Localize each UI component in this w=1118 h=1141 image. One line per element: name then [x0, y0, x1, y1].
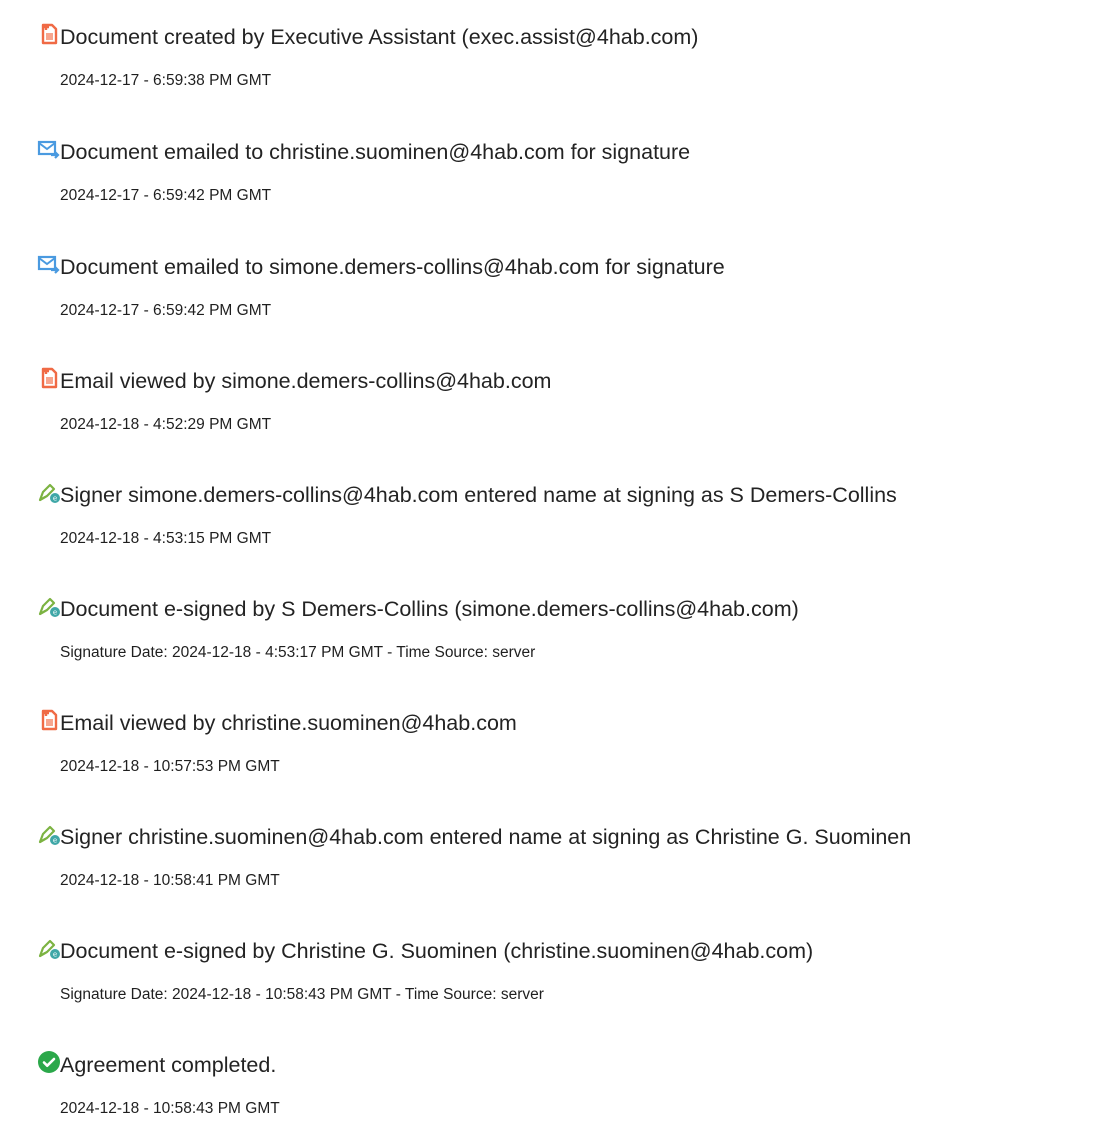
- audit-event: e Signer christine.suominen@4hab.com ent…: [0, 813, 1118, 913]
- email-icon: [37, 137, 61, 161]
- event-title: Agreement completed.: [60, 1053, 277, 1077]
- event-timestamp: 2024-12-18 - 10:58:41 PM GMT: [60, 872, 280, 889]
- audit-event: e Signer simone.demers-collins@4hab.com …: [0, 471, 1118, 571]
- event-signature-date: Signature Date: 2024-12-18 - 4:53:17 PM …: [60, 644, 536, 661]
- event-timestamp: 2024-12-17 - 6:59:42 PM GMT: [60, 302, 272, 319]
- audit-event: Email viewed by christine.suominen@4hab.…: [0, 699, 1118, 799]
- event-title: Document e-signed by Christine G. Suomin…: [60, 939, 814, 963]
- e-sign-icon: e: [37, 480, 61, 504]
- audit-event: Document created by Executive Assistant …: [0, 13, 1118, 113]
- event-timestamp: 2024-12-18 - 4:53:15 PM GMT: [60, 530, 272, 547]
- audit-event: Document emailed to simone.demers-collin…: [0, 243, 1118, 343]
- svg-text:e: e: [53, 495, 57, 503]
- event-title: Signer christine.suominen@4hab.com enter…: [60, 825, 912, 849]
- event-title: Signer simone.demers-collins@4hab.com en…: [60, 483, 897, 507]
- event-signature-date: Signature Date: 2024-12-18 - 10:58:43 PM…: [60, 986, 544, 1003]
- document-icon: [37, 22, 61, 46]
- event-timestamp: 2024-12-18 - 10:58:43 PM GMT: [60, 1100, 280, 1117]
- email-icon: [37, 252, 61, 276]
- audit-event: Document emailed to christine.suominen@4…: [0, 128, 1118, 228]
- event-title: Document e-signed by S Demers-Collins (s…: [60, 597, 799, 621]
- audit-event: Agreement completed. 2024-12-18 - 10:58:…: [0, 1041, 1118, 1141]
- event-title: Document emailed to christine.suominen@4…: [60, 140, 691, 164]
- document-icon: [37, 366, 61, 390]
- event-title: Document emailed to simone.demers-collin…: [60, 255, 725, 279]
- event-timestamp: 2024-12-18 - 4:52:29 PM GMT: [60, 416, 272, 433]
- event-timestamp: 2024-12-18 - 10:57:53 PM GMT: [60, 758, 280, 775]
- document-icon: [37, 708, 61, 732]
- e-sign-icon: e: [37, 594, 61, 618]
- audit-event: Email viewed by simone.demers-collins@4h…: [0, 357, 1118, 457]
- event-timestamp: 2024-12-17 - 6:59:42 PM GMT: [60, 187, 272, 204]
- audit-event: e Document e-signed by Christine G. Suom…: [0, 927, 1118, 1027]
- svg-text:e: e: [53, 609, 57, 617]
- e-sign-icon: e: [37, 822, 61, 846]
- e-sign-icon: e: [37, 936, 61, 960]
- svg-text:e: e: [53, 837, 57, 845]
- svg-text:e: e: [53, 951, 57, 959]
- event-timestamp: 2024-12-17 - 6:59:38 PM GMT: [60, 72, 272, 89]
- check-circle-icon: [37, 1050, 61, 1074]
- event-title: Document created by Executive Assistant …: [60, 25, 699, 49]
- event-title: Email viewed by christine.suominen@4hab.…: [60, 711, 517, 735]
- audit-event: e Document e-signed by S Demers-Collins …: [0, 585, 1118, 685]
- event-title: Email viewed by simone.demers-collins@4h…: [60, 369, 552, 393]
